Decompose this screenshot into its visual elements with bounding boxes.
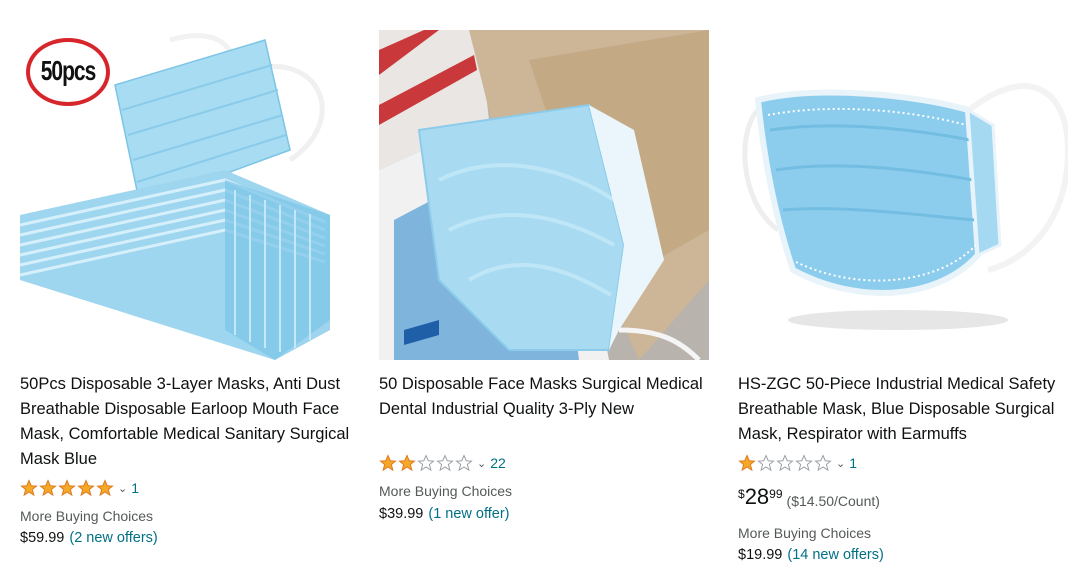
single-mask-image	[742, 83, 1068, 330]
product-card-3[interactable]: HS-ZGC 50-Piece Industrial Medical Safet…	[738, 0, 1078, 563]
rating-row-3[interactable]: ⌄ 1	[738, 453, 857, 473]
product-image-1[interactable]: 50pcs	[20, 30, 350, 360]
more-buying-choices-3: More Buying Choices	[738, 525, 872, 541]
offer-price-1: $59.99	[20, 530, 65, 546]
product-title-1[interactable]: 50Pcs Disposable 3-Layer Masks, Anti Dus…	[20, 372, 355, 472]
quantity-badge-label: 50pcs	[40, 56, 97, 87]
product-title-3[interactable]: HS-ZGC 50-Piece Industrial Medical Safet…	[738, 372, 1073, 447]
star-empty-icon	[417, 454, 435, 472]
star-filled-icon	[39, 479, 57, 497]
product-card-2[interactable]: 50 Disposable Face Masks Surgical Medica…	[379, 0, 719, 522]
review-count-3[interactable]: 1	[849, 455, 857, 471]
star-empty-icon	[757, 454, 775, 472]
product-grid: 50pcs 50Pcs Disposable 3-Layer Masks, An…	[0, 0, 1080, 575]
star-filled-icon	[77, 479, 95, 497]
review-count-1[interactable]: 1	[131, 480, 139, 496]
offer-price-2: $39.99	[379, 506, 424, 522]
product-card-1[interactable]: 50pcs 50Pcs Disposable 3-Layer Masks, An…	[20, 0, 360, 546]
chevron-down-icon[interactable]: ⌄	[477, 457, 486, 470]
quantity-badge: 50pcs	[26, 38, 110, 106]
star-filled-icon	[96, 479, 114, 497]
offer-link-1[interactable]: (2 new offers)	[69, 530, 157, 546]
price-whole: 28	[744, 484, 770, 509]
price-fraction: 99	[769, 487, 783, 501]
star-empty-icon	[795, 454, 813, 472]
main-price[interactable]: $ 28 99 ($14.50/Count)	[738, 484, 880, 510]
star-rating-1[interactable]	[20, 479, 115, 497]
star-filled-icon	[379, 454, 397, 472]
price-per-unit: ($14.50/Count)	[786, 493, 880, 509]
star-empty-icon	[436, 454, 454, 472]
star-filled-icon	[20, 479, 38, 497]
chevron-down-icon[interactable]: ⌄	[836, 457, 845, 470]
star-empty-icon	[776, 454, 794, 472]
offer-link-2[interactable]: (1 new offer)	[428, 506, 509, 522]
chevron-down-icon[interactable]: ⌄	[118, 482, 127, 495]
star-filled-icon	[398, 454, 416, 472]
more-buying-choices-1: More Buying Choices	[20, 508, 154, 524]
mask-in-box-image	[379, 30, 709, 360]
star-rating-3[interactable]	[738, 454, 833, 472]
offer-price-line-2: $39.99 (1 new offer)	[379, 506, 510, 522]
offer-price-line-1: $59.99 (2 new offers)	[20, 530, 158, 546]
offer-price-line-3: $19.99 (14 new offers)	[738, 547, 884, 563]
offer-link-3[interactable]: (14 new offers)	[787, 547, 883, 563]
price-symbol: $	[738, 487, 745, 501]
star-filled-icon	[738, 454, 756, 472]
star-rating-2[interactable]	[379, 454, 474, 472]
more-buying-choices-2: More Buying Choices	[379, 483, 513, 499]
rating-row-1[interactable]: ⌄ 1	[20, 478, 139, 498]
product-image-2[interactable]	[379, 30, 709, 360]
product-title-2[interactable]: 50 Disposable Face Masks Surgical Medica…	[379, 372, 714, 422]
star-empty-icon	[455, 454, 473, 472]
star-empty-icon	[814, 454, 832, 472]
offer-price-3: $19.99	[738, 547, 783, 563]
rating-row-2[interactable]: ⌄ 22	[379, 453, 506, 473]
product-image-3[interactable]	[738, 30, 1068, 360]
review-count-2[interactable]: 22	[490, 455, 506, 471]
star-filled-icon	[58, 479, 76, 497]
